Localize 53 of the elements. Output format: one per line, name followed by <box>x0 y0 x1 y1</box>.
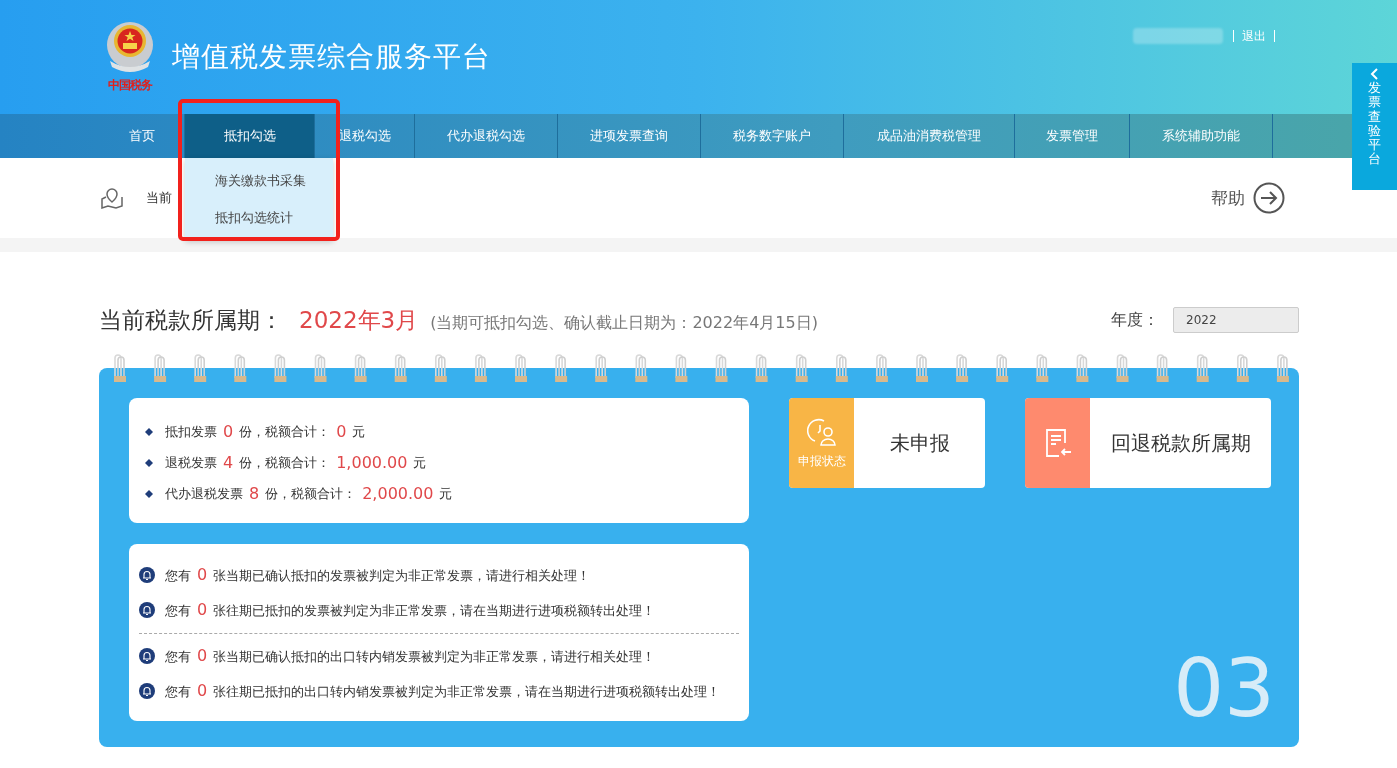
nav-tab[interactable]: 发票管理 <box>1015 114 1130 158</box>
invoice-check-tab[interactable]: 发票查验平台 <box>1352 63 1397 190</box>
alert-message: 您有 0 张往期已抵扣的发票被判定为非正常发票，请在当期进行进项税额转出处理！ <box>165 599 657 621</box>
period-value: 2022年3月 <box>299 305 419 335</box>
summary-label: 份，税额合计： <box>265 484 357 503</box>
alert-message: 您有 0 张当期已确认抵扣的出口转内销发票被判定为非正常发票，请进行相关处理！ <box>165 645 657 667</box>
clock-person-icon <box>806 416 837 447</box>
nav-tab[interactable]: 进项发票查询 <box>558 114 701 158</box>
alert-message: 您有 0 张往期已抵扣的出口转内销发票被判定为非正常发票，请在当期进行进项税额转出处理！ <box>165 680 722 702</box>
nav-tab[interactable]: 税务数字账户 <box>701 114 844 158</box>
deadline-note: (当期可抵扣勾选、确认截止日期为：2022年4月15日) <box>430 312 818 334</box>
platform-title: 增值税发票综合服务平台 <box>172 39 491 75</box>
year-field[interactable]: 2022 <box>1173 307 1299 333</box>
map-pin-icon <box>100 187 124 209</box>
bell-icon <box>139 683 155 699</box>
tax-amount: 2,000.00 <box>362 484 434 503</box>
invoice-count: 4 <box>223 453 234 472</box>
tax-amount: 0 <box>336 422 347 441</box>
period-label: 当前税款所属期： <box>99 305 283 335</box>
diamond-icon <box>145 489 153 498</box>
breadcrumb-text: 当前 <box>146 189 172 207</box>
nav-tab[interactable]: 抵扣勾选 <box>185 114 315 158</box>
rollback-button[interactable]: 回退税款所属期 <box>1025 398 1271 488</box>
nav-tab[interactable]: 代办退税勾选 <box>415 114 558 158</box>
invoice-count: 8 <box>249 484 260 503</box>
logout-link[interactable]: 退出 <box>1233 30 1275 42</box>
nav-tab[interactable]: 成品油消费税管理 <box>844 114 1015 158</box>
menu-item[interactable]: 海关缴款书采集 <box>185 162 333 199</box>
bell-icon <box>139 602 155 618</box>
invoice-count: 0 <box>223 422 234 441</box>
menu-item[interactable]: 抵扣勾选统计 <box>185 199 333 236</box>
nav-tab[interactable]: 系统辅助功能 <box>1130 114 1273 158</box>
logo-caption: 中国税务 <box>108 76 152 94</box>
help-link[interactable]: 帮助 <box>1211 182 1285 214</box>
summary-label: 份，税额合计： <box>239 422 331 441</box>
status-caption: 申报状态 <box>797 452 846 470</box>
currency-unit: 元 <box>413 453 427 472</box>
month-number: 03 <box>1173 642 1275 735</box>
invoice-type: 抵扣发票 <box>165 422 217 441</box>
tax-amount: 1,000.00 <box>336 453 408 472</box>
diamond-icon <box>145 458 153 467</box>
chevron-left-icon <box>1368 67 1381 81</box>
alert-message: 您有 0 张当期已确认抵扣的发票被判定为非正常发票，请进行相关处理！ <box>165 564 592 586</box>
summary-label: 份，税额合计： <box>239 453 331 472</box>
currency-unit: 元 <box>352 422 366 441</box>
year-label: 年度： <box>1111 309 1159 331</box>
bell-icon <box>139 648 155 664</box>
invoice-type: 代办退税发票 <box>165 484 243 503</box>
filing-status: 未申报 <box>888 429 951 457</box>
invoice-type: 退税发票 <box>165 453 217 472</box>
currency-unit: 元 <box>439 484 453 503</box>
bell-icon <box>139 567 155 583</box>
diamond-icon <box>145 427 153 436</box>
